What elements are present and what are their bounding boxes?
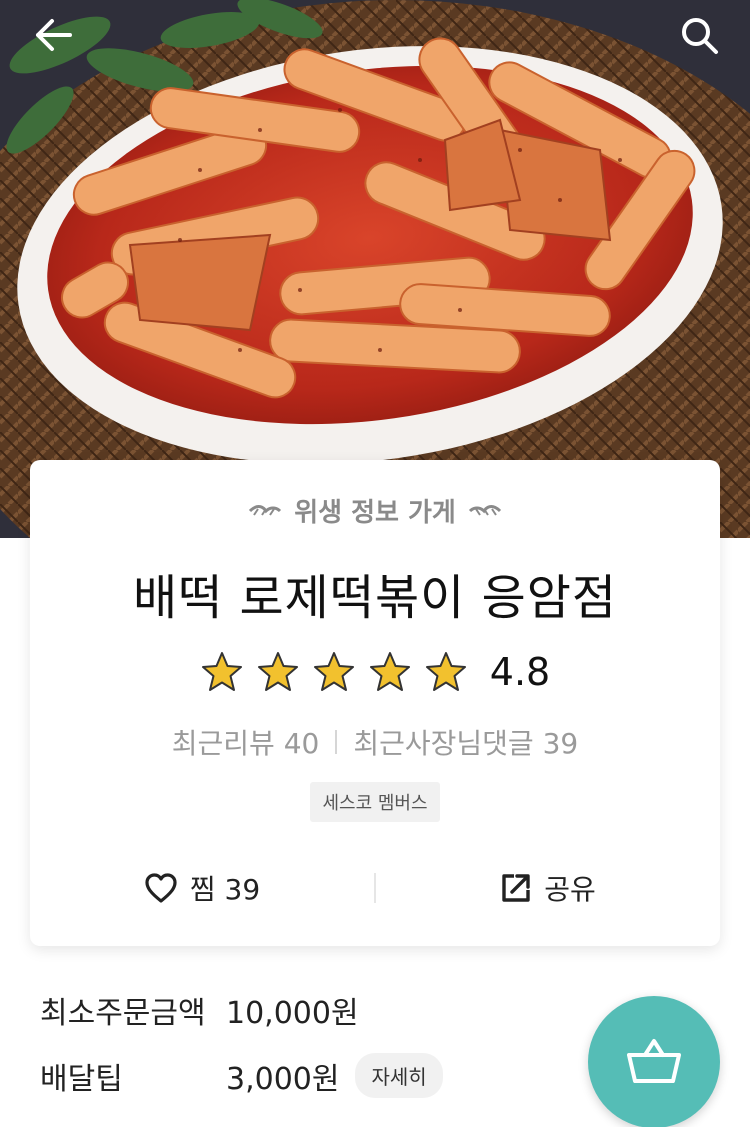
delivery-fee-row: 배달팁 3,000원 자세히 — [40, 1053, 443, 1098]
like-button[interactable]: 찜 39 — [30, 868, 374, 908]
store-name: 배떡 로제떡볶이 응암점 — [132, 570, 618, 626]
search-button[interactable] — [674, 10, 724, 60]
delivery-fee-detail-button[interactable]: 자세히 — [355, 1053, 443, 1098]
delivery-fee-label: 배달팁 — [40, 1061, 123, 1097]
heart-outline-icon — [145, 873, 177, 903]
rating-value: 4.8 — [489, 650, 551, 694]
star-icon — [313, 652, 354, 691]
laurel-left-icon — [249, 504, 282, 516]
share-icon — [502, 874, 530, 902]
min-order-row: 최소주문금액 10,000원 — [40, 988, 359, 1032]
search-icon — [682, 18, 718, 54]
like-count: 찜 39 — [189, 873, 261, 906]
star-icon — [257, 652, 298, 691]
star-icon — [201, 652, 242, 691]
review-summary: 최근리뷰 40 최근사장님댓글 39 — [30, 722, 720, 762]
back-button[interactable] — [28, 10, 78, 60]
share-label: 공유 — [544, 873, 596, 906]
share-button[interactable]: 공유 — [376, 868, 720, 908]
shopping-basket-icon — [627, 1039, 681, 1083]
hygiene-badge: 위생 정보 가게 — [30, 492, 720, 529]
hygiene-badge-label: 위생 정보 가게 — [294, 498, 456, 528]
store-actions: 찜 39 공유 — [30, 866, 720, 910]
star-icon — [425, 652, 466, 691]
store-tags: 세스코 멤버스 — [30, 782, 720, 822]
store-rating[interactable]: 4.8 — [30, 650, 720, 694]
recent-reviews-link[interactable]: 최근리뷰 40 — [172, 722, 320, 762]
star-icon — [369, 652, 410, 691]
owner-replies-link[interactable]: 최근사장님댓글 39 — [353, 722, 578, 762]
cesco-members-tag: 세스코 멤버스 — [310, 782, 440, 822]
arrow-left-icon — [36, 19, 72, 51]
tteokbokki-photo — [0, 0, 750, 538]
min-order-label: 최소주문금액 — [40, 996, 206, 1031]
min-order-value: 10,000원 — [226, 996, 359, 1031]
store-info-card: 위생 정보 가게 배떡 로제떡볶이 응암점 4.8 최근리뷰 40 최근사장님댓… — [30, 460, 720, 946]
divider — [335, 730, 338, 754]
delivery-fee-value: 3,000원 — [226, 1061, 340, 1097]
store-hero-image — [0, 0, 750, 538]
laurel-right-icon — [468, 504, 501, 516]
cart-button[interactable] — [588, 996, 720, 1127]
